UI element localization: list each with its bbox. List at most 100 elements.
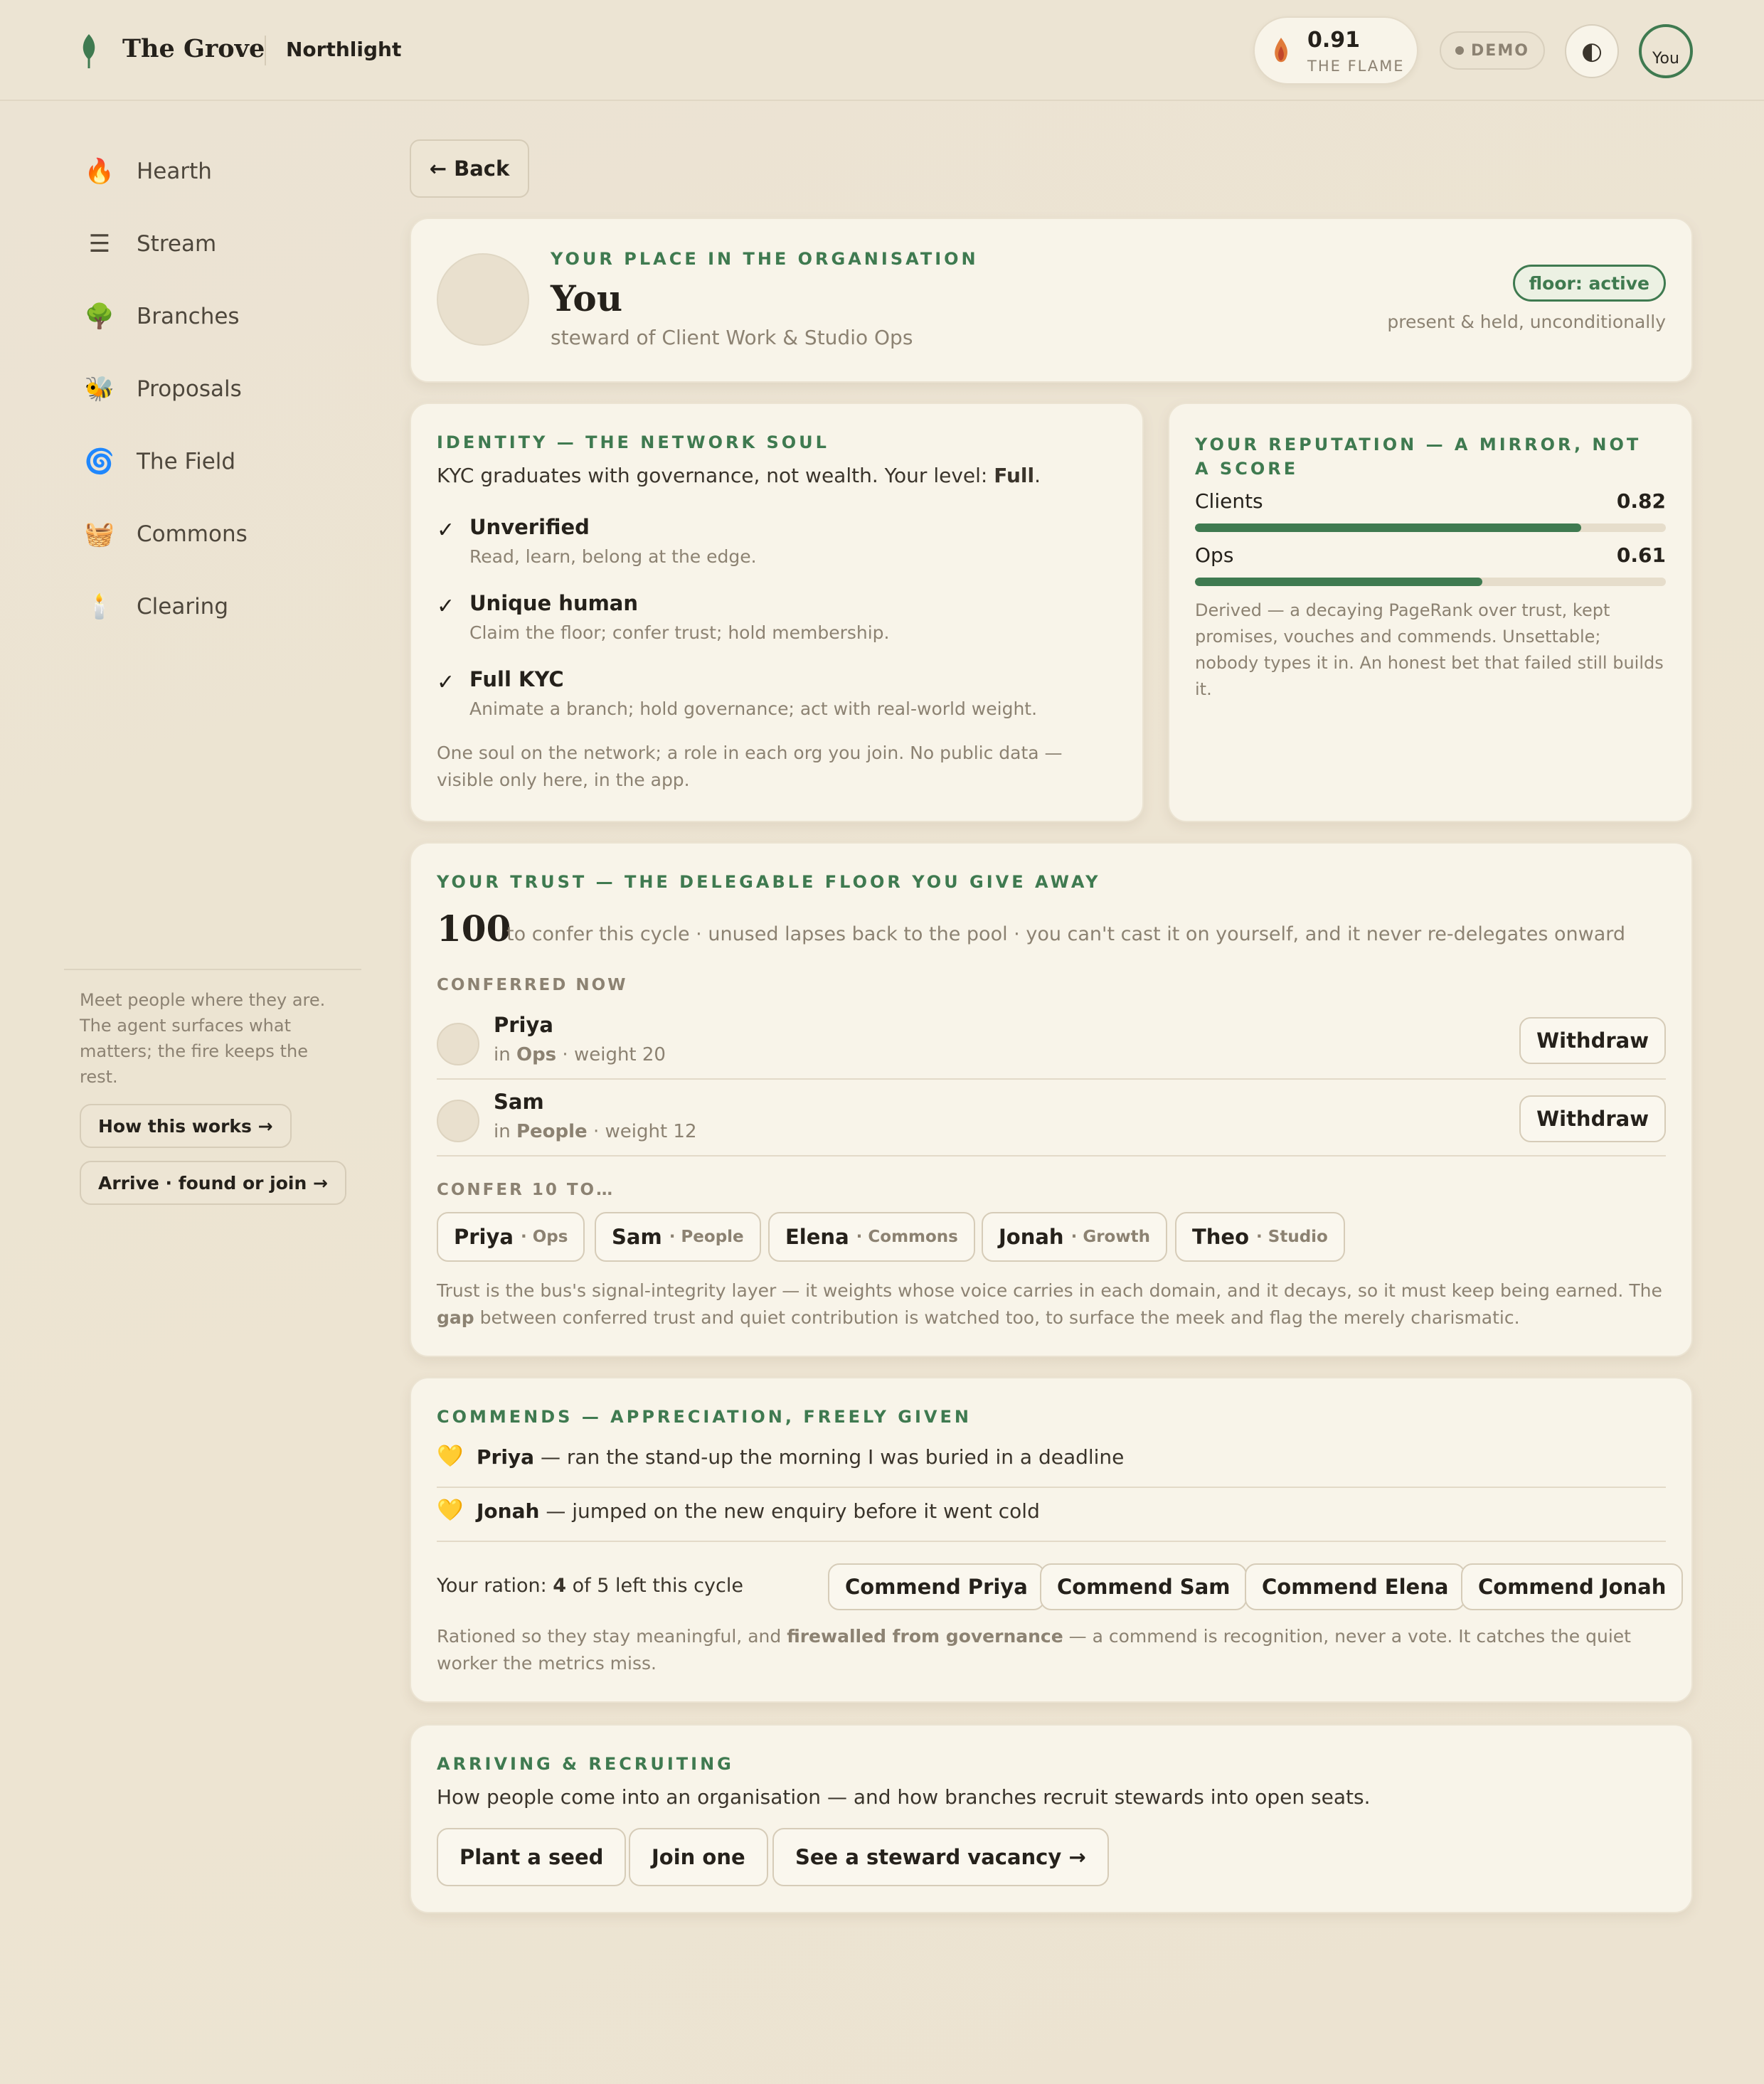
sidebar-item-label: Clearing — [137, 594, 229, 620]
check-icon: ✓ — [437, 594, 455, 619]
plant-seed-button[interactable]: Plant a seed — [437, 1828, 627, 1886]
org-name[interactable]: Northlight — [286, 38, 401, 61]
identity-footer: One soul on the network; a role in each … — [437, 743, 1063, 790]
commend-ration: Your ration: 4 of 5 left this cycle — [437, 1575, 743, 1597]
sidebar-item-branches[interactable]: 🌳 Branches — [64, 280, 363, 353]
reputation-value-ops: 0.61 — [1616, 543, 1666, 567]
commend-jonah-button[interactable]: Commend Jonah — [1461, 1563, 1684, 1610]
sidebar-nav: 🔥 Hearth ☰ Stream 🌳 Branches 🐝 Proposals… — [64, 135, 363, 643]
flame-icon — [1275, 38, 1287, 63]
reputation-label-ops: Ops — [1195, 543, 1234, 567]
identity-eyebrow: IDENTITY — THE NETWORK SOUL — [437, 432, 829, 452]
commend-item: 💛 Jonah — jumped on the new enquiry befo… — [437, 1488, 1666, 1542]
conferred-row: Sam in People · weight 12 Withdraw — [437, 1080, 1666, 1157]
commend-text: Jonah — jumped on the new enquiry before… — [477, 1499, 1040, 1523]
kyc-level-title: Full KYC — [469, 667, 564, 691]
conferred-meta: in People · weight 12 — [494, 1121, 697, 1142]
how-this-works-button[interactable]: How this works → — [80, 1104, 292, 1148]
reputation-fill — [1195, 523, 1581, 532]
avatar — [437, 1023, 479, 1065]
reputation-card: YOUR REPUTATION — A MIRROR, NOT A SCORE … — [1168, 403, 1693, 822]
sidebar-divider — [64, 969, 361, 970]
spiral-icon: 🌀 — [84, 447, 115, 476]
withdraw-button[interactable]: Withdraw — [1519, 1095, 1666, 1142]
reputation-bar-ops — [1195, 578, 1666, 586]
conferred-name: Priya — [494, 1013, 553, 1037]
basket-icon: 🧺 — [84, 520, 115, 548]
trust-amount-desc: to confer this cycle · unused lapses bac… — [506, 923, 1626, 945]
sidebar-item-label: Commons — [137, 521, 248, 547]
fire-icon: 🔥 — [84, 157, 115, 186]
reputation-fill — [1195, 578, 1482, 586]
brand-name[interactable]: The Grove — [122, 34, 265, 63]
flame-label: THE FLAME — [1307, 58, 1405, 75]
commends-note: Rationed so they stay meaningful, and fi… — [437, 1626, 1631, 1674]
back-button[interactable]: ← Back — [410, 139, 529, 198]
trust-eyebrow: YOUR TRUST — THE DELEGABLE FLOOR YOU GIV… — [437, 872, 1101, 892]
confer-heading: CONFER 10 TO… — [437, 1181, 615, 1199]
confer-chip-priya[interactable]: Priya · Ops — [437, 1212, 585, 1262]
sidebar-item-the-field[interactable]: 🌀 The Field — [64, 425, 363, 498]
brand-divider — [265, 36, 266, 65]
conferred-meta: in Ops · weight 20 — [494, 1044, 666, 1065]
confer-chip-sam[interactable]: Sam · People — [595, 1212, 761, 1262]
theme-toggle-button[interactable]: ◐ — [1565, 24, 1619, 78]
reputation-eyebrow: YOUR REPUTATION — A MIRROR, NOT A SCORE — [1195, 435, 1642, 479]
sidebar-item-label: Proposals — [137, 376, 242, 402]
leaf-icon — [83, 34, 95, 68]
row-divider — [437, 1155, 1666, 1157]
place-eyebrow: YOUR PLACE IN THE ORGANISATION — [551, 249, 979, 269]
flame-indicator[interactable]: 0.91 THE FLAME — [1253, 16, 1418, 85]
commends-card: COMMENDS — APPRECIATION, FREELY GIVEN 💛 … — [410, 1377, 1693, 1703]
arriving-eyebrow: ARRIVING & RECRUITING — [437, 1754, 734, 1774]
steward-vacancy-button[interactable]: See a steward vacancy → — [772, 1828, 1109, 1886]
profile-role: steward of Client Work & Studio Ops — [551, 326, 913, 349]
commend-priya-button[interactable]: Commend Priya — [828, 1563, 1045, 1610]
reputation-bar-clients — [1195, 523, 1666, 532]
candle-icon: 🕯️ — [84, 592, 115, 621]
kyc-level-desc: Animate a branch; hold governance; act w… — [469, 698, 1038, 719]
yellow-heart-icon: 💛 — [437, 1498, 464, 1523]
commend-text: Priya — ran the stand-up the morning I w… — [477, 1445, 1125, 1469]
confer-chip-theo[interactable]: Theo · Studio — [1175, 1212, 1345, 1262]
commend-elena-button[interactable]: Commend Elena — [1245, 1563, 1466, 1610]
top-bar: The Grove Northlight 0.91 THE FLAME DEMO… — [0, 0, 1764, 101]
commends-eyebrow: COMMENDS — APPRECIATION, FREELY GIVEN — [437, 1407, 972, 1427]
floor-status-badge: floor: active — [1512, 265, 1666, 302]
demo-badge[interactable]: DEMO — [1440, 31, 1545, 70]
confer-chip-jonah[interactable]: Jonah · Growth — [982, 1212, 1167, 1262]
sidebar-item-label: Branches — [137, 304, 240, 329]
trust-amount: 100 — [437, 908, 511, 950]
sidebar-item-commons[interactable]: 🧺 Commons — [64, 498, 363, 570]
user-avatar-button[interactable]: You — [1639, 24, 1693, 78]
sidebar-item-clearing[interactable]: 🕯️ Clearing — [64, 570, 363, 643]
sidebar-item-proposals[interactable]: 🐝 Proposals — [64, 353, 363, 425]
demo-label: DEMO — [1471, 41, 1529, 60]
arriving-desc: How people come into an organisation — a… — [437, 1785, 1371, 1809]
contrast-icon: ◐ — [1581, 37, 1603, 65]
kyc-level-desc: Read, learn, belong at the edge. — [469, 546, 757, 567]
demo-dot-icon — [1455, 46, 1465, 55]
yellow-heart-icon: 💛 — [437, 1444, 464, 1469]
identity-card: IDENTITY — THE NETWORK SOUL KYC graduate… — [410, 403, 1144, 822]
avatar — [437, 1100, 479, 1142]
list-icon: ☰ — [88, 230, 111, 258]
trust-note: Trust is the bus's signal-integrity laye… — [437, 1280, 1662, 1328]
arriving-card: ARRIVING & RECRUITING How people come in… — [410, 1724, 1693, 1913]
avatar-alt-text: You — [1652, 50, 1679, 68]
sidebar-item-label: The Field — [137, 449, 236, 474]
sidebar-item-hearth[interactable]: 🔥 Hearth — [64, 135, 363, 208]
row-divider — [437, 1541, 1666, 1542]
commend-sam-button[interactable]: Commend Sam — [1040, 1563, 1248, 1610]
arrive-button[interactable]: Arrive · found or join → — [80, 1161, 346, 1205]
join-one-button[interactable]: Join one — [629, 1828, 768, 1886]
confer-chip-elena[interactable]: Elena · Commons — [768, 1212, 975, 1262]
withdraw-button[interactable]: Withdraw — [1519, 1017, 1666, 1064]
confer-candidates: Priya · Ops Sam · People Elena · Commons Jo… — [437, 1212, 1674, 1262]
sidebar-item-label: Hearth — [137, 159, 212, 184]
check-icon: ✓ — [437, 670, 455, 695]
sidebar-item-stream[interactable]: ☰ Stream — [64, 208, 363, 280]
commend-item: 💛 Priya — ran the stand-up the morning I… — [437, 1434, 1666, 1488]
reputation-label-clients: Clients — [1195, 489, 1263, 513]
kyc-level-title: Unverified — [469, 515, 590, 539]
